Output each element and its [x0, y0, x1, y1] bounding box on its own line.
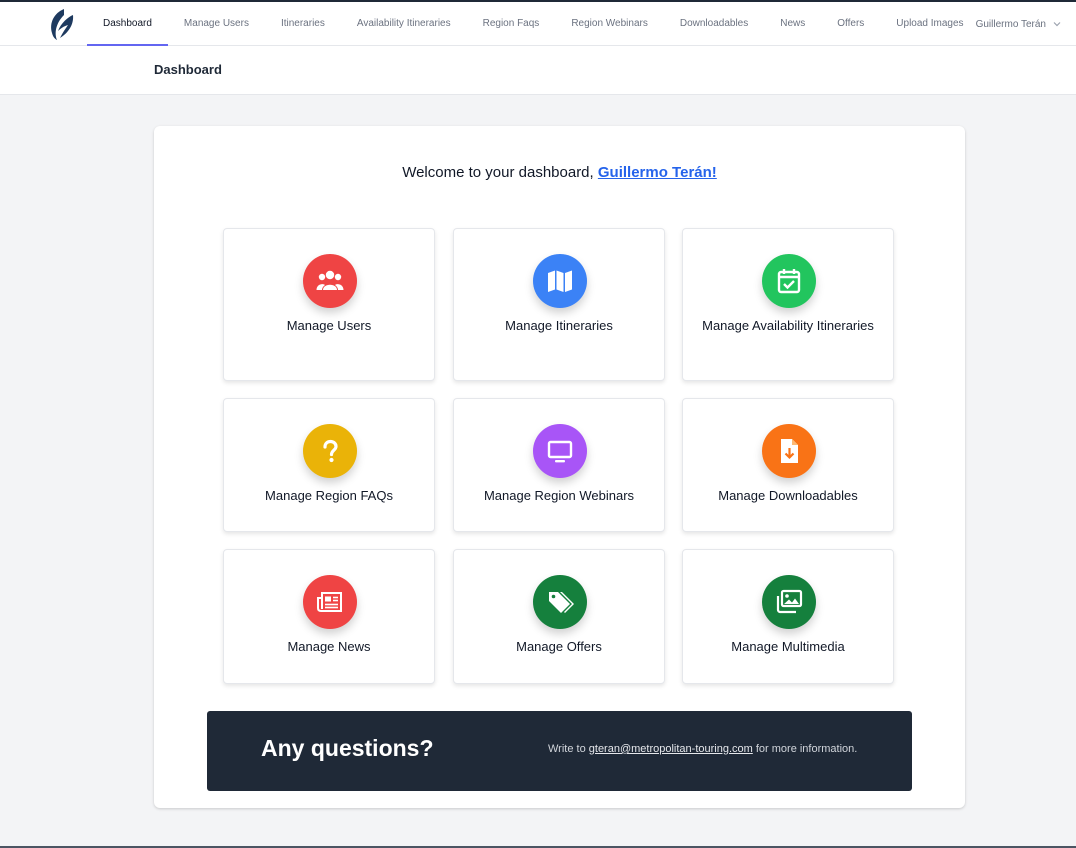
tile-icon-circle: [533, 575, 587, 629]
nav-link-offers[interactable]: Offers: [821, 2, 880, 46]
top-navbar: Dashboard Manage Users Itineraries Avail…: [0, 2, 1076, 46]
tile-icon-circle: [533, 424, 587, 478]
tile-label: Manage Users: [286, 318, 372, 333]
page-title: Dashboard: [154, 62, 222, 77]
tile-label: Manage Downloadables: [718, 488, 858, 503]
welcome-prefix: Welcome to your dashboard,: [402, 164, 598, 181]
tile-label: Manage Offers: [516, 639, 602, 654]
nav-link-availability-itineraries[interactable]: Availability Itineraries: [341, 2, 467, 46]
user-menu-name: Guillermo Terán: [975, 18, 1046, 30]
nav-link-upload-images[interactable]: Upload Images: [880, 2, 979, 46]
images-icon: [776, 589, 803, 614]
tile-icon-circle: [303, 254, 357, 308]
newspaper-icon: [317, 592, 342, 612]
tile-manage-users[interactable]: Manage Users: [223, 228, 435, 381]
banner-text-suffix: for more information.: [752, 743, 858, 755]
nav-link-news[interactable]: News: [764, 2, 821, 46]
user-menu[interactable]: Guillermo Terán: [976, 2, 1062, 46]
logo-icon[interactable]: [46, 7, 76, 41]
tile-manage-offers[interactable]: Manage Offers: [453, 549, 665, 684]
tile-manage-news[interactable]: Manage News: [223, 549, 435, 684]
tile-label: Manage Region FAQs: [265, 488, 393, 503]
question-icon: [323, 439, 338, 463]
nav-link-region-webinars[interactable]: Region Webinars: [555, 2, 664, 46]
chevron-down-icon: [1053, 22, 1061, 27]
tile-icon-circle: [762, 424, 816, 478]
banner-title: Any questions?: [261, 735, 434, 761]
nav-link-itineraries[interactable]: Itineraries: [265, 2, 341, 46]
tags-icon: [549, 592, 574, 613]
welcome-user-link[interactable]: Guillermo Terán!: [598, 164, 717, 181]
tile-icon-circle: [303, 575, 357, 629]
nav-link-region-faqs[interactable]: Region Faqs: [467, 2, 556, 46]
map-icon: [548, 270, 572, 292]
tile-icon-circle: [762, 254, 816, 308]
users-icon: [316, 270, 344, 290]
nav-link-dashboard[interactable]: Dashboard: [87, 2, 168, 46]
calendar-check-icon: [777, 269, 801, 294]
welcome-message: Welcome to your dashboard, Guillermo Ter…: [154, 164, 965, 181]
dashboard-card: Welcome to your dashboard, Guillermo Ter…: [154, 126, 965, 808]
tile-label: Manage Region Webinars: [483, 488, 635, 503]
banner-text-prefix: Write to: [548, 743, 589, 755]
banner-text: Write to gteran@metropolitan-touring.com…: [548, 743, 857, 755]
tile-label: Manage Availability Itineraries: [702, 318, 874, 333]
tile-icon-circle: [533, 254, 587, 308]
nav-link-manage-users[interactable]: Manage Users: [168, 2, 265, 46]
tile-label: Manage Multimedia: [731, 639, 845, 654]
tile-icon-circle: [762, 575, 816, 629]
tile-label: Manage News: [287, 639, 371, 654]
nav-link-downloadables[interactable]: Downloadables: [664, 2, 764, 46]
file-download-icon: [781, 439, 798, 463]
questions-banner: Any questions? Write to gteran@metropoli…: [207, 711, 912, 791]
monitor-icon: [547, 440, 573, 463]
tile-manage-itineraries[interactable]: Manage Itineraries: [453, 228, 665, 381]
tile-label: Manage Itineraries: [505, 318, 613, 333]
page-header: Dashboard: [0, 46, 1076, 95]
tile-manage-region-webinars[interactable]: Manage Region Webinars: [453, 398, 665, 532]
contact-email-link[interactable]: gteran@metropolitan-touring.com: [589, 743, 753, 755]
tile-icon-circle: [303, 424, 357, 478]
tile-manage-downloadables[interactable]: Manage Downloadables: [682, 398, 894, 532]
nav-links: Dashboard Manage Users Itineraries Avail…: [87, 2, 980, 46]
tile-manage-multimedia[interactable]: Manage Multimedia: [682, 549, 894, 684]
tile-manage-region-faqs[interactable]: Manage Region FAQs: [223, 398, 435, 532]
tile-manage-availability-itineraries[interactable]: Manage Availability Itineraries: [682, 228, 894, 381]
